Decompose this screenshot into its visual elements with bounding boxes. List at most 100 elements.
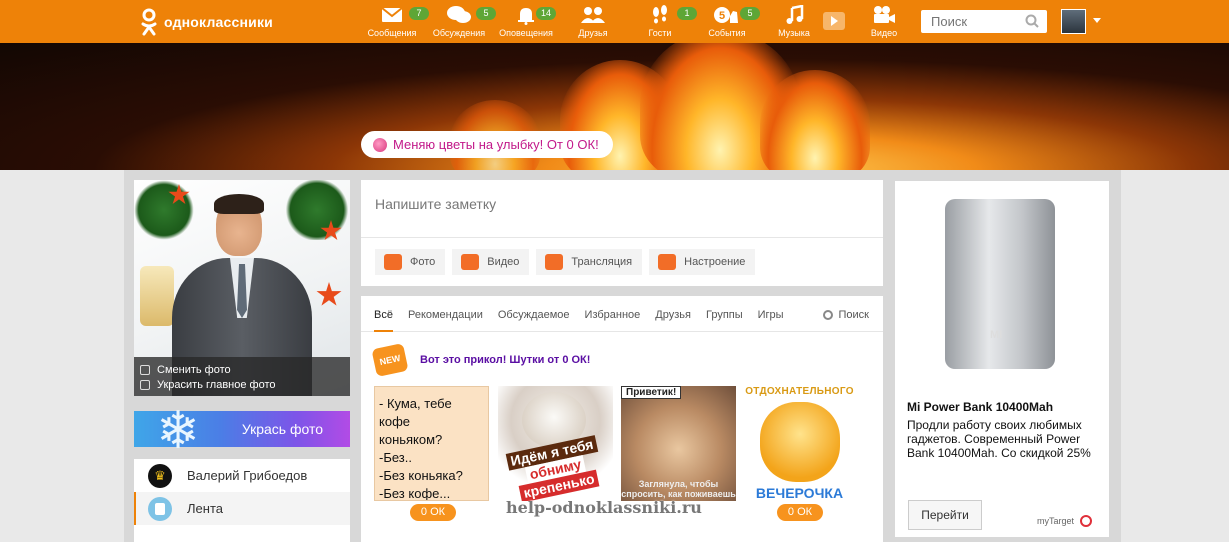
nav-label: Обсуждения xyxy=(432,28,486,38)
nav-music[interactable]: Музыка xyxy=(759,4,829,38)
user-avatar[interactable] xyxy=(1061,9,1086,34)
side-navigation: ♛ Валерий Грибоедов Лента xyxy=(134,459,350,542)
nav-friends[interactable]: Друзья xyxy=(558,4,628,38)
add-photo-button[interactable]: Фото xyxy=(375,249,446,275)
tab-groups[interactable]: Группы xyxy=(706,296,743,332)
video-camera-icon xyxy=(849,4,919,26)
add-video-button[interactable]: Видео xyxy=(452,249,530,275)
price-button[interactable]: 0 ОК xyxy=(777,504,823,521)
sticker-caption: Идём я тебя обниму крепенько xyxy=(498,433,613,501)
nav-events[interactable]: 5 События 5 xyxy=(692,4,762,38)
search-box[interactable] xyxy=(921,10,1047,33)
sidebar-item-profile[interactable]: ♛ Валерий Грибоедов xyxy=(134,459,350,492)
sticker-card[interactable]: ОТДОХНАТЕЛЬНОГО ВЕЧЕРОЧКА xyxy=(742,386,857,501)
logo[interactable]: одноклассники xyxy=(140,8,273,36)
decorate-photo-button[interactable]: ❄ Укрась фото xyxy=(134,403,350,459)
tab-discussed[interactable]: Обсуждаемое xyxy=(498,296,570,332)
change-photo-link[interactable]: Сменить фото xyxy=(140,362,350,377)
ad-description: Продли работу своих любимых гаджетов. Со… xyxy=(907,418,1091,460)
button-label: Фото xyxy=(410,256,436,268)
tab-favorites[interactable]: Избранное xyxy=(585,296,641,332)
sticker-caption-bottom: Заглянула, чтобы спросить, как поживаешь xyxy=(621,479,736,499)
note-actions: Фото Видео Трансляция Настроение xyxy=(361,238,883,286)
button-label: Видео xyxy=(487,256,520,268)
sticker-row: - Кума, тебе кофе коньяком? -Без.. -Без … xyxy=(374,386,874,501)
mood-status[interactable]: Меняю цветы на улыбку! От 0 ОК! xyxy=(361,131,613,158)
nav-label: Друзья xyxy=(578,28,608,38)
camera-icon xyxy=(384,254,402,270)
smiley-icon xyxy=(658,254,677,270)
feed-search-button[interactable]: Поиск xyxy=(822,296,869,334)
garland-decoration xyxy=(284,180,350,240)
mood-button[interactable]: Настроение xyxy=(649,249,756,275)
top-navigation-bar: одноклассники Сообщения 7 Обсуждения 5 О… xyxy=(0,0,1229,43)
feed-tabs: Всё Рекомендации Обсуждаемое Избранное Д… xyxy=(361,296,883,332)
chevron-down-icon[interactable] xyxy=(1093,18,1101,23)
change-photo-label: Сменить фото xyxy=(157,363,231,376)
search-input[interactable] xyxy=(921,10,1021,33)
sticker-card[interactable]: - Кума, тебе кофе коньяком? -Без.. -Без … xyxy=(374,386,489,501)
friends-icon xyxy=(558,4,628,26)
advertisement[interactable]: MI Mi Power Bank 10400Mah Продли работу … xyxy=(895,181,1109,537)
sidebar-item-feed[interactable]: Лента xyxy=(134,492,350,525)
mytarget-icon xyxy=(1080,515,1093,527)
ad-source[interactable]: myTarget xyxy=(1037,515,1093,527)
sticker-card[interactable]: Идём я тебя обниму крепенько xyxy=(498,386,613,501)
sticker-caption-bottom: ВЕЧЕРОЧКА xyxy=(755,485,844,501)
mood-text: Меняю цветы на улыбку! От 0 ОК! xyxy=(393,137,599,152)
button-label: Трансляция xyxy=(571,256,633,268)
note-input[interactable]: Напишите заметку xyxy=(361,180,883,238)
crown-icon: ♛ xyxy=(148,463,172,488)
ad-title[interactable]: Mi Power Bank 10400Mah xyxy=(907,400,1053,414)
nav-label: Видео xyxy=(870,28,898,38)
product-image: MI xyxy=(945,199,1055,369)
svg-text:5: 5 xyxy=(719,10,725,22)
search-icon[interactable] xyxy=(1025,14,1039,33)
feed-icon xyxy=(148,496,172,521)
post-title[interactable]: Вот это прикол! Шутки от 0 ОК! xyxy=(420,354,590,366)
count-badge: 5 xyxy=(740,7,760,20)
nav-notifications[interactable]: Оповещения 14 xyxy=(491,4,561,38)
lantern-decoration xyxy=(140,266,174,326)
profile-photo[interactable]: Сменить фото Украсить главное фото xyxy=(134,180,350,396)
nav-discussions[interactable]: Обсуждения 5 xyxy=(424,4,496,38)
decorate-main-photo-link[interactable]: Украсить главное фото xyxy=(140,377,350,392)
decorate-main-photo-label: Украсить главное фото xyxy=(157,378,276,391)
tab-all[interactable]: Всё xyxy=(374,296,393,332)
music-note-icon xyxy=(759,4,829,26)
button-label: Настроение xyxy=(684,256,746,268)
cover-image xyxy=(0,43,1229,170)
broadcast-icon xyxy=(545,254,564,270)
fire-decoration xyxy=(760,70,870,170)
camera-icon xyxy=(140,364,150,375)
broadcast-button[interactable]: Трансляция xyxy=(536,249,643,275)
tab-friends[interactable]: Друзья xyxy=(655,296,691,332)
sticker-text-line: -Без кофе... xyxy=(379,486,451,501)
star-decoration xyxy=(316,282,342,306)
sticker-text-line: коньяком? xyxy=(379,432,443,447)
nav-messages[interactable]: Сообщения 7 xyxy=(357,4,429,38)
count-badge: 14 xyxy=(536,7,556,20)
person-figure xyxy=(214,194,264,214)
search-icon xyxy=(822,310,833,320)
edit-icon xyxy=(140,379,150,390)
play-video-icon[interactable] xyxy=(823,12,845,30)
note-composer: Напишите заметку Фото Видео Трансляция Н… xyxy=(361,180,883,286)
nav-guests[interactable]: Гости 1 xyxy=(625,4,697,38)
tab-games[interactable]: Игры xyxy=(758,296,784,332)
product-logo: MI xyxy=(990,329,1003,341)
rose-icon xyxy=(373,137,387,152)
nav-label: Гости xyxy=(648,28,672,38)
nav-label: Музыка xyxy=(778,28,810,38)
nav-label: События xyxy=(708,28,746,38)
sticker-card[interactable]: Приветик! Заглянула, чтобы спросить, как… xyxy=(621,386,736,501)
nav-video[interactable]: Видео xyxy=(849,4,919,38)
sticker-caption-top: ОТДОХНАТЕЛЬНОГО xyxy=(745,386,854,397)
price-button[interactable]: 0 ОК xyxy=(410,504,456,521)
video-icon xyxy=(461,254,480,270)
sidebar-item-label: Лента xyxy=(187,501,223,516)
ad-go-button[interactable]: Перейти xyxy=(908,500,982,530)
tab-recommendations[interactable]: Рекомендации xyxy=(408,296,483,332)
nav-label: Оповещения xyxy=(499,28,553,38)
profile-name: Валерий Грибоедов xyxy=(187,468,308,483)
